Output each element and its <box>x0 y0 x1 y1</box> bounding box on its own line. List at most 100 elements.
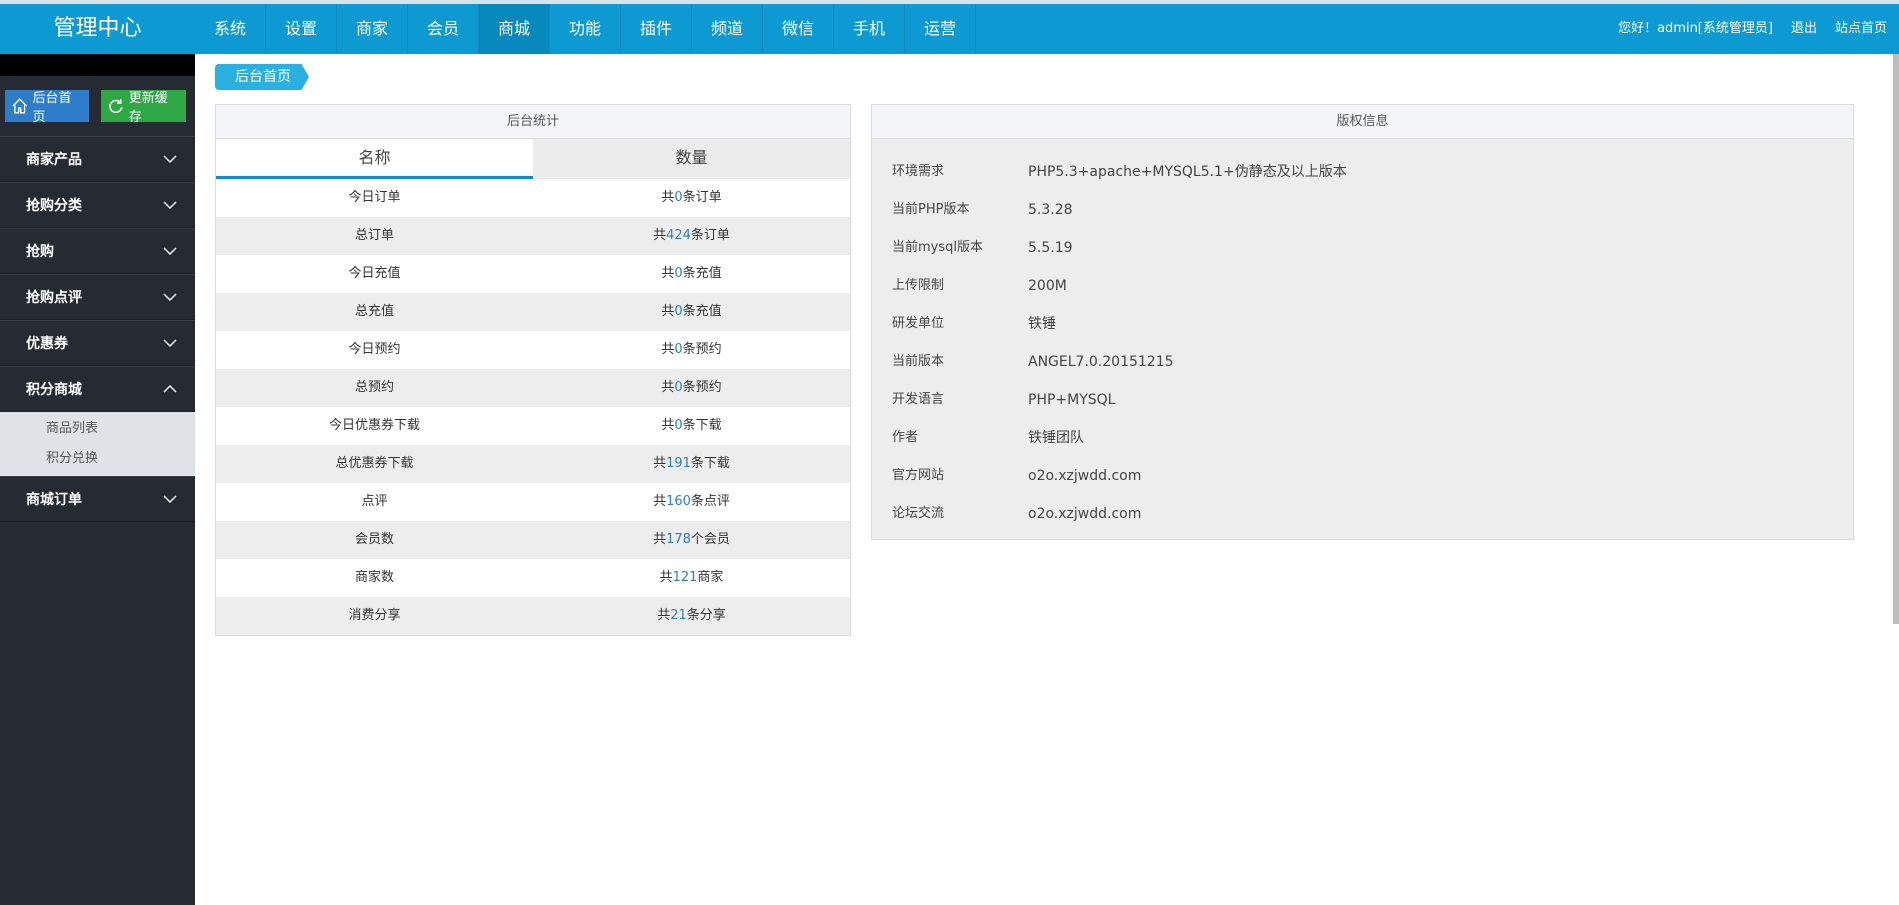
tab-name[interactable]: 名称 <box>216 139 533 179</box>
nav-item[interactable]: 运营 <box>905 4 976 54</box>
stat-name: 今日优惠券下载 <box>328 418 420 433</box>
info-key: 环境需求 <box>892 164 945 179</box>
sidebar-item[interactable]: 优惠券 <box>0 320 195 366</box>
submenu-item[interactable]: 积分兑换 <box>0 444 195 474</box>
info-key: 上传限制 <box>892 278 945 293</box>
stat-number: 191 <box>666 456 691 471</box>
top-bar: 管理中心 系统 设置 商家 会员 商城 功能 插件 频道 微信 手机 运营 您好！admin[系统管… <box>0 0 1899 54</box>
info-row: 作者 铁锤团队 <box>892 419 1853 457</box>
stat-count: 共178个会员 <box>533 521 850 559</box>
site-home-link[interactable]: 站点首页 <box>1835 4 1887 54</box>
sidebar-item-label: 优惠券 <box>26 336 68 352</box>
nav-item[interactable]: 设置 <box>266 4 337 54</box>
info-row: 官方网站 o2o.xzjwdd.com <box>892 457 1853 495</box>
stat-suffix: 条预约 <box>682 380 722 395</box>
stat-prefix: 共 <box>661 304 675 319</box>
tab-count[interactable]: 数量 <box>533 139 850 179</box>
sidebar-item[interactable]: 抢购 <box>0 228 195 274</box>
table-row: 点评 共160条点评 <box>216 483 850 521</box>
table-row: 今日预约 共0条预约 <box>216 331 850 369</box>
info-key: 开发语言 <box>892 392 945 407</box>
info-key: 作者 <box>892 430 919 445</box>
stat-count: 共21条分享 <box>533 597 850 635</box>
nav-item[interactable]: 会员 <box>408 4 479 54</box>
stat-prefix: 共 <box>661 380 675 395</box>
admin-home-button[interactable]: 后台首页 <box>5 90 89 125</box>
stat-prefix: 共 <box>661 342 675 357</box>
logout-link[interactable]: 退出 <box>1791 4 1817 54</box>
sidebar-item[interactable]: 商城订单 <box>0 476 195 522</box>
stat-count: 共0条下载 <box>533 407 850 445</box>
info-key: 当前mysql版本 <box>892 240 983 255</box>
stat-number: 21 <box>670 608 687 623</box>
stat-count: 共0条预约 <box>533 369 850 407</box>
stat-name: 商家数 <box>354 570 394 585</box>
nav-item[interactable]: 频道 <box>692 4 763 54</box>
page-scrollbar[interactable] <box>1893 54 1899 624</box>
stat-number: 0 <box>674 418 683 433</box>
stat-prefix: 共 <box>653 456 667 471</box>
stat-suffix: 商家 <box>697 570 724 585</box>
table-row: 总充值 共0条充值 <box>216 293 850 331</box>
sidebar-item[interactable]: 积分商城 <box>0 366 195 412</box>
submenu-item[interactable]: 商品列表 <box>0 414 195 444</box>
stat-suffix: 条订单 <box>682 190 722 205</box>
nav-item[interactable]: 手机 <box>834 4 905 54</box>
info-value: PHP5.3+apache+MYSQL5.1+伪静态及以上版本 <box>1028 164 1347 180</box>
sidebar-item-label: 积分商城 <box>26 382 82 398</box>
stat-number: 0 <box>674 190 683 205</box>
submenu: 商品列表 积分兑换 <box>0 412 195 476</box>
copyright-title: 版权信息 <box>872 105 1853 139</box>
info-value: 铁锤团队 <box>1028 430 1084 446</box>
stat-prefix: 共 <box>661 266 675 281</box>
chevron-down-icon <box>163 247 177 255</box>
info-key: 研发单位 <box>892 316 945 331</box>
nav-item[interactable]: 功能 <box>550 4 621 54</box>
info-value: 铁锤 <box>1028 316 1056 332</box>
stat-prefix: 共 <box>661 190 675 205</box>
info-row: 开发语言 PHP+MYSQL <box>892 381 1853 419</box>
table-row: 总预约 共0条预约 <box>216 369 850 407</box>
user-area: 您好！admin[系统管理员] 退出 站点首页 <box>1618 4 1887 54</box>
stat-prefix: 共 <box>653 532 667 547</box>
copyright-panel: 版权信息 环境需求 PHP5.3+apache+MYSQL5.1+伪静态及以上版本… <box>871 104 1854 540</box>
table-row: 会员数 共178个会员 <box>216 521 850 559</box>
update-cache-button[interactable]: 更新缓存 <box>101 90 186 125</box>
stat-number: 160 <box>666 494 691 509</box>
copyright-list: 环境需求 PHP5.3+apache+MYSQL5.1+伪静态及以上版本当前PHP… <box>872 139 1853 539</box>
sidebar-item[interactable]: 抢购分类 <box>0 182 195 228</box>
breadcrumb[interactable]: 后台首页 <box>215 64 309 90</box>
stats-panel: 后台统计 名称 数量 今日订单 共0条订单 总订单 共424条订单 今日充值 共0条… <box>215 104 851 636</box>
info-row: 当前版本 ANGEL7.0.20151215 <box>892 343 1853 381</box>
stat-prefix: 共 <box>661 418 675 433</box>
stat-name: 会员数 <box>354 532 394 547</box>
stat-prefix: 共 <box>657 608 671 623</box>
stat-prefix: 共 <box>659 570 673 585</box>
nav-item[interactable]: 系统 <box>195 4 266 54</box>
info-value: 5.5.19 <box>1028 240 1073 256</box>
sidebar-item-label: 商家产品 <box>26 152 82 168</box>
stat-count: 共0条订单 <box>533 179 850 217</box>
top-nav: 系统 设置 商家 会员 商城 功能 插件 频道 微信 手机 运营 <box>195 4 976 54</box>
stat-number: 424 <box>666 228 691 243</box>
info-key: 当前PHP版本 <box>892 202 970 217</box>
stat-count: 共191条下载 <box>533 445 850 483</box>
nav-item[interactable]: 微信 <box>763 4 834 54</box>
info-key: 当前版本 <box>892 354 945 369</box>
stat-number: 0 <box>674 342 683 357</box>
stat-number: 121 <box>672 570 698 585</box>
stat-count: 共424条订单 <box>533 217 850 255</box>
info-row: 论坛交流 o2o.xzjwdd.com <box>892 495 1853 533</box>
info-value: o2o.xzjwdd.com <box>1028 506 1142 522</box>
stat-number: 0 <box>674 266 683 281</box>
sidebar-item[interactable]: 商家产品 <box>0 136 195 182</box>
info-value: 5.3.28 <box>1028 202 1073 218</box>
brand-title: 管理中心 <box>53 16 142 41</box>
stat-count: 共121商家 <box>533 559 850 597</box>
nav-item[interactable]: 商家 <box>337 4 408 54</box>
nav-item[interactable]: 商城 <box>479 4 550 54</box>
nav-item[interactable]: 插件 <box>621 4 692 54</box>
sidebar-item[interactable]: 抢购点评 <box>0 274 195 320</box>
stat-suffix: 条下载 <box>682 418 722 433</box>
info-value: o2o.xzjwdd.com <box>1028 468 1142 484</box>
